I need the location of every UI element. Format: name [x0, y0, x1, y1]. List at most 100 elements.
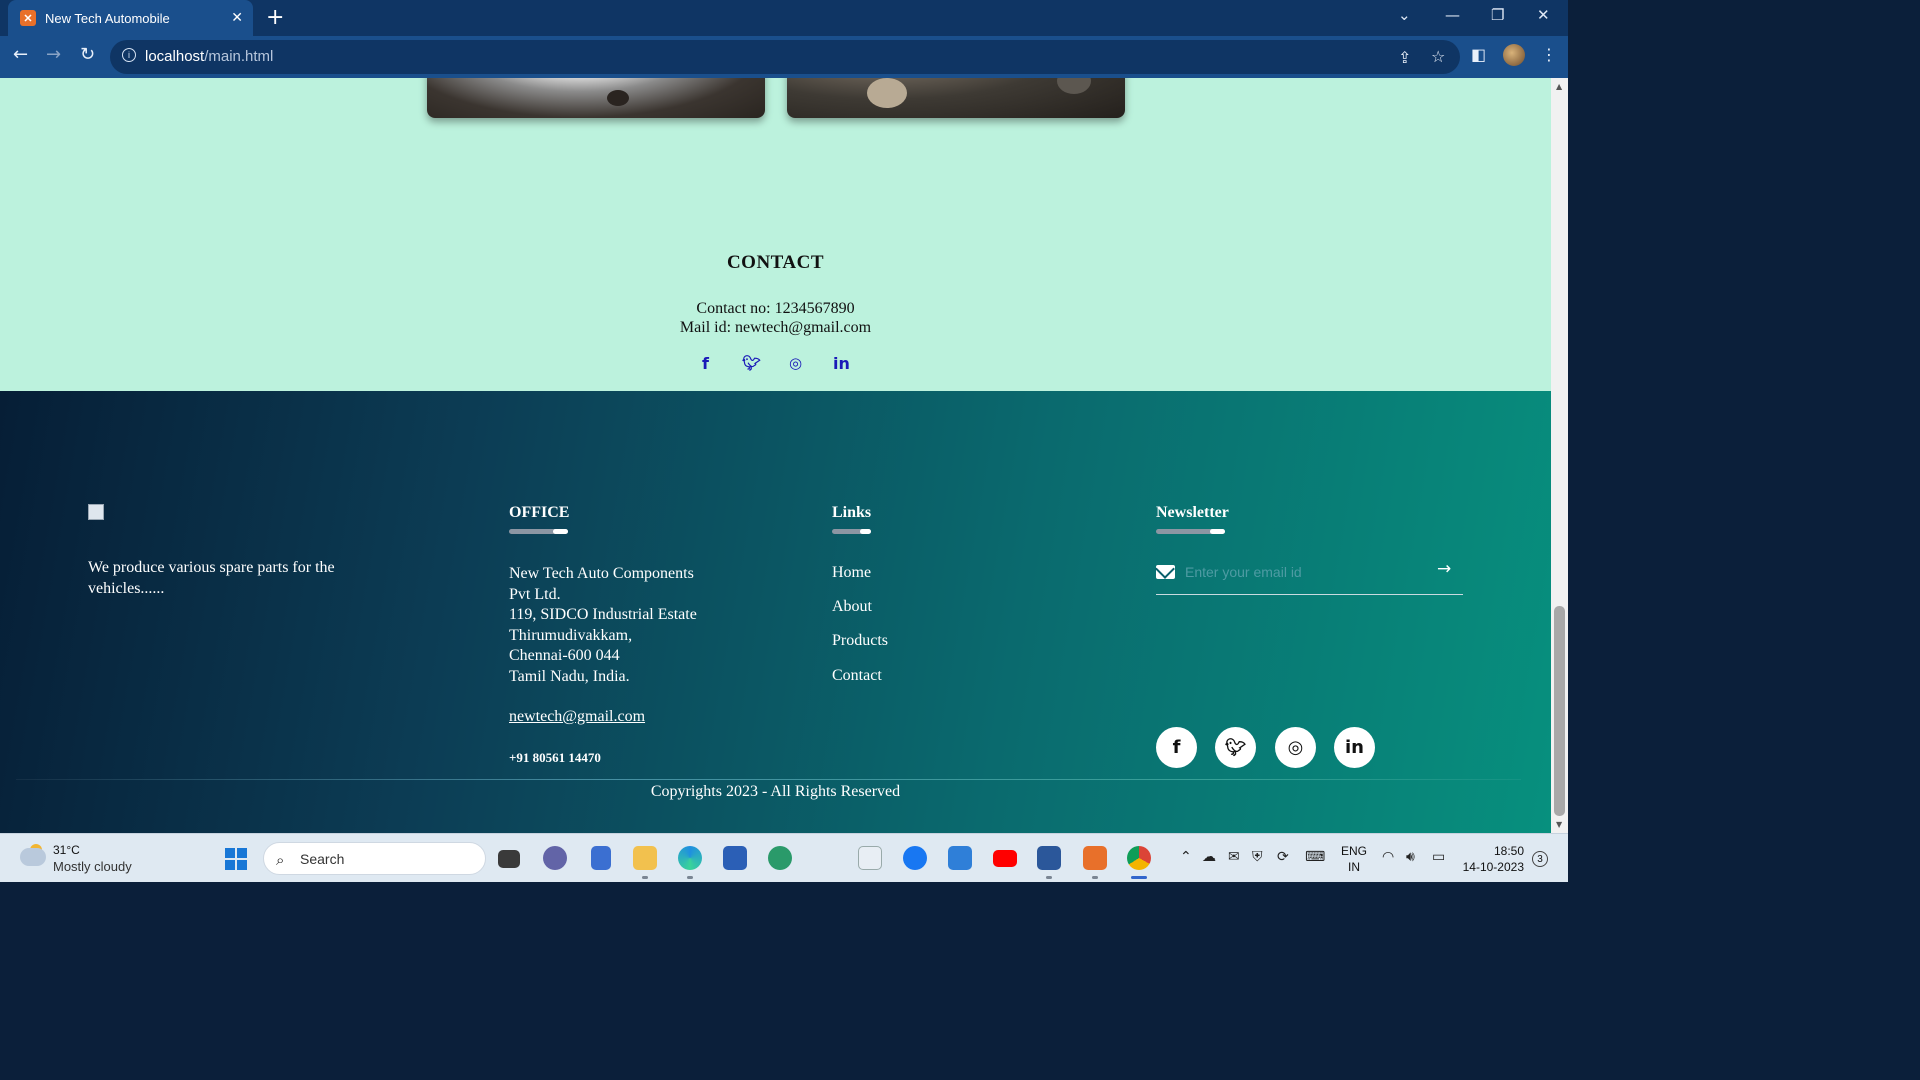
python-icon[interactable]: [858, 846, 882, 870]
xampp-icon[interactable]: [1083, 846, 1107, 870]
site-info-icon[interactable]: i: [122, 48, 136, 62]
newsletter-input-underline: [1156, 594, 1463, 595]
newsletter-heading-underline: [1156, 529, 1225, 534]
running-indicator: [642, 876, 648, 879]
product-image-engine-part: [427, 78, 765, 118]
xampp-favicon-icon: ✕: [20, 10, 36, 26]
task-view-icon[interactable]: [498, 850, 520, 868]
microsoft-store-icon[interactable]: [723, 846, 747, 870]
product-image-bearing: [787, 78, 1125, 118]
newsletter-heading: Newsletter: [1156, 504, 1229, 521]
clock-date: 14-10-2023: [1462, 860, 1524, 874]
address-line: Pvt Ltd.: [509, 585, 561, 603]
newsletter-email-input[interactable]: [1185, 561, 1425, 583]
chrome-icon[interactable]: [1127, 846, 1151, 870]
edge-browser-icon[interactable]: [678, 846, 702, 870]
gmail-icon[interactable]: ✉: [1228, 849, 1240, 865]
scrollbar-thumb[interactable]: [1554, 606, 1565, 816]
address-line: New Tech Auto Components: [509, 565, 694, 582]
browser-titlebar: ✕ New Tech Automobile ✕ + ⌄ — ❐ ✕: [0, 0, 1568, 36]
contact-heading: CONTACT: [726, 252, 825, 273]
address-bar[interactable]: i localhost/main.html ⇪ ☆: [110, 40, 1460, 74]
weather-temperature[interactable]: 31°C: [53, 843, 80, 857]
onedrive-cloud-icon[interactable]: ☁: [1202, 849, 1216, 865]
twitter-icon[interactable]: 🐦︎: [742, 354, 761, 372]
search-label: Search: [300, 851, 345, 867]
word-icon[interactable]: [1037, 846, 1061, 870]
address-line: Tamil Nadu, India.: [509, 667, 630, 685]
office-address: New Tech Auto Components Pvt Ltd. 119, S…: [509, 564, 697, 687]
restore-icon[interactable]: ❐: [1491, 6, 1504, 24]
address-line: 119, SIDCO Industrial Estate: [509, 606, 697, 623]
chevron-up-icon[interactable]: ⌃: [1180, 849, 1192, 865]
region-code: IN: [1348, 860, 1360, 874]
windows-taskbar: 31°C Mostly cloudy ⌕ Search ⌃ ☁ ✉ ⛨ ⟳ ⌨ …: [0, 833, 1568, 882]
arrow-right-icon[interactable]: →: [1437, 559, 1451, 579]
notification-badge[interactable]: 3: [1532, 851, 1548, 867]
wifi-icon[interactable]: ◠: [1382, 849, 1394, 865]
security-shield-icon[interactable]: ⛨: [1252, 849, 1263, 865]
linkedin-icon[interactable]: in: [833, 354, 850, 373]
weather-cloud-icon[interactable]: [20, 848, 46, 866]
file-explorer-icon[interactable]: [633, 846, 657, 870]
windows-start-icon[interactable]: [225, 848, 247, 870]
url-text[interactable]: localhost/main.html: [145, 48, 273, 65]
weather-description[interactable]: Mostly cloudy: [53, 859, 132, 874]
facebook-app-icon[interactable]: [903, 846, 927, 870]
footer-link-products[interactable]: Products: [832, 632, 888, 650]
scroll-down-arrow-icon[interactable]: ▼: [1556, 820, 1562, 829]
running-indicator: [1131, 876, 1147, 879]
back-arrow-icon[interactable]: ←: [13, 44, 28, 65]
sync-icon[interactable]: ⟳: [1277, 849, 1289, 865]
page-scrollbar[interactable]: ▲ ▼: [1551, 78, 1568, 833]
facebook-icon[interactable]: f: [702, 354, 709, 373]
tab-title: New Tech Automobile: [45, 10, 170, 26]
scroll-up-arrow-icon[interactable]: ▲: [1556, 82, 1562, 91]
address-line: Thirumudivakkam,: [509, 626, 633, 644]
links-heading: Links: [832, 504, 872, 521]
taskbar-search[interactable]: ⌕ Search: [263, 842, 486, 875]
volume-icon[interactable]: 🔊︎: [1406, 849, 1415, 865]
linkedin-icon[interactable]: in: [1334, 727, 1375, 768]
reload-icon[interactable]: ↻: [80, 44, 95, 65]
about-text: We produce various spare parts for the v…: [88, 559, 335, 597]
battery-icon[interactable]: ▭: [1432, 849, 1445, 865]
office-heading: OFFICE: [509, 504, 570, 521]
share-icon[interactable]: ⇪: [1398, 48, 1411, 67]
close-tab-icon[interactable]: ✕: [231, 9, 243, 26]
site-footer: We produce various spare parts for the v…: [0, 391, 1551, 833]
footer-divider: [16, 779, 1521, 780]
minimize-icon[interactable]: —: [1445, 6, 1460, 24]
envelope-icon: [1156, 565, 1175, 579]
menu-kebab-icon[interactable]: ⋮: [1541, 45, 1557, 64]
forward-arrow-icon[interactable]: →: [46, 44, 61, 65]
teams-chat-icon[interactable]: [543, 846, 567, 870]
app-icon[interactable]: [768, 846, 792, 870]
footer-link-about[interactable]: About: [832, 598, 872, 616]
close-window-icon[interactable]: ✕: [1537, 6, 1550, 24]
running-indicator: [687, 876, 693, 879]
keyboard-icon[interactable]: ⌨: [1305, 849, 1325, 865]
office-email-link[interactable]: newtech@gmail.com: [509, 708, 645, 726]
language-code: ENG: [1341, 844, 1368, 858]
instagram-icon[interactable]: ◎: [1275, 727, 1316, 768]
facebook-icon[interactable]: f: [1156, 727, 1197, 768]
twitter-icon[interactable]: 🐦︎: [1215, 727, 1256, 768]
side-panel-icon[interactable]: ◧: [1471, 45, 1486, 64]
address-line: Chennai-600 044: [509, 647, 620, 664]
contact-email: Mail id: newtech@gmail.com: [679, 319, 872, 336]
footer-link-contact[interactable]: Contact: [832, 667, 882, 685]
notepad-icon[interactable]: [591, 846, 611, 870]
instagram-icon[interactable]: ◎: [789, 354, 802, 372]
bookmark-star-icon[interactable]: ☆: [1431, 47, 1445, 66]
mail-icon[interactable]: [948, 846, 972, 870]
tab-search-chevron-icon[interactable]: ⌄: [1398, 6, 1411, 24]
new-tab-button[interactable]: +: [266, 5, 284, 30]
copyright-text: Copyrights 2023 - All Rights Reserved: [650, 783, 901, 800]
system-clock[interactable]: 18:50 14-10-2023: [1462, 843, 1524, 875]
youtube-icon[interactable]: [993, 850, 1017, 867]
language-indicator[interactable]: ENG IN: [1341, 843, 1367, 875]
footer-link-home[interactable]: Home: [832, 564, 871, 582]
profile-avatar[interactable]: [1503, 44, 1525, 66]
browser-tab[interactable]: ✕ New Tech Automobile ✕: [8, 0, 253, 36]
